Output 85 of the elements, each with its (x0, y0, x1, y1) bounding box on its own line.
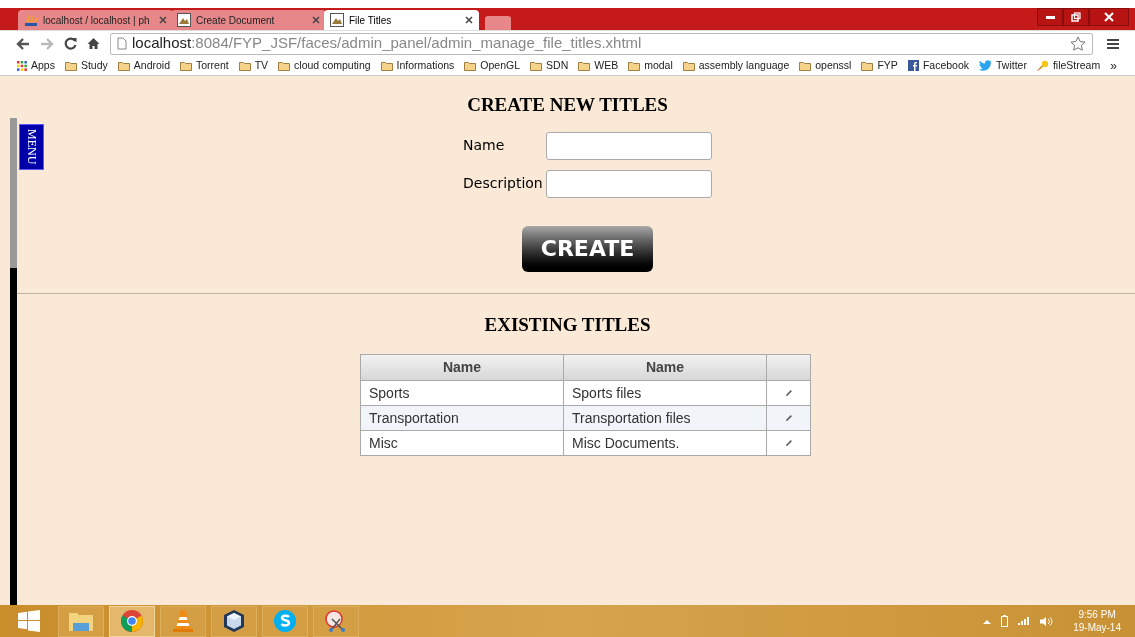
folder-icon (464, 60, 477, 71)
table-cell: Transportation files (563, 405, 767, 431)
table-cell: Misc Documents. (563, 430, 767, 456)
speaker-icon[interactable] (1040, 615, 1054, 627)
bookmark-item[interactable]: SDN (530, 57, 569, 74)
address-bar[interactable]: localhost:8084/FYP_JSF/faces/admin_panel/admin_manage_file_titles.xhtml (110, 32, 1093, 55)
folder-icon (628, 60, 641, 71)
section-heading: EXISTING TITLES (483, 312, 652, 337)
folder-icon (578, 60, 591, 71)
browser-tab[interactable]: Create Document (171, 10, 326, 30)
browser-tab[interactable]: localhost / localhost | ph (18, 10, 173, 30)
menu-tab[interactable]: MENU (19, 124, 44, 170)
close-button[interactable] (1089, 8, 1129, 26)
skype-icon (273, 609, 297, 633)
bookmark-item[interactable]: Study (64, 57, 108, 74)
bookmark-item[interactable]: Apps (17, 57, 55, 74)
folder-icon (238, 60, 251, 71)
sailboat-favicon-icon (24, 13, 38, 27)
bookmark-item[interactable]: assembly language (682, 57, 790, 74)
table-cell: Sports (360, 380, 564, 406)
bookmark-item[interactable]: Torrent (180, 57, 229, 74)
bookmark-item[interactable]: Informations (380, 57, 455, 74)
bookmark-item[interactable]: cloud computing (278, 57, 371, 74)
column-header: Name (563, 354, 767, 381)
reload-icon[interactable] (64, 37, 77, 50)
table-cell: Misc (360, 430, 564, 456)
scissors-icon (324, 609, 348, 633)
cube-icon (222, 609, 246, 633)
bookmark-item[interactable]: fileStream (1036, 57, 1101, 74)
battery-icon[interactable] (1001, 615, 1009, 627)
page-icon (117, 37, 127, 50)
input-field[interactable] (546, 169, 712, 198)
bookmark-item[interactable]: WEB (578, 57, 619, 74)
section-heading: CREATE NEW TITLES (466, 93, 669, 117)
bookmark-item[interactable]: modal (628, 57, 673, 74)
bulb-icon (1036, 60, 1049, 71)
apps-grid-icon (17, 60, 27, 71)
field-label: Name (463, 136, 506, 155)
page-favicon-icon (330, 13, 344, 27)
folder-icon (530, 60, 543, 71)
column-header: Name (360, 354, 564, 381)
folder-icon (117, 60, 130, 71)
folder-icon (799, 60, 812, 71)
caret-up-icon[interactable] (983, 618, 992, 624)
signal-icon[interactable] (1018, 616, 1031, 626)
close-icon (1104, 12, 1114, 22)
pencil-icon[interactable] (784, 414, 793, 422)
bookmark-item[interactable]: OpenGL (464, 57, 521, 74)
bookmark-item[interactable]: Android (117, 57, 170, 74)
bookmark-item[interactable]: Twitter (979, 57, 1027, 74)
facebook-icon (907, 60, 919, 71)
menu-icon[interactable] (1107, 37, 1119, 50)
create-button[interactable]: CREATE (522, 225, 653, 272)
folder-icon (861, 60, 874, 71)
folder-icon (64, 60, 77, 71)
input-field[interactable] (546, 131, 712, 160)
pencil-icon[interactable] (784, 439, 793, 447)
back-icon[interactable] (16, 37, 30, 50)
folder-icon (278, 60, 291, 71)
start-button[interactable] (18, 610, 40, 632)
folder-icon (180, 60, 192, 71)
table-cell: Transportation (360, 405, 564, 431)
bookmark-item[interactable]: FYP (861, 57, 898, 74)
page-favicon-icon (177, 13, 191, 27)
chrome-icon (120, 609, 144, 633)
table-cell: Sports files (563, 380, 767, 406)
more-bookmarks-button[interactable]: » (1110, 56, 1117, 75)
folder-icon (682, 60, 695, 71)
bird-icon (979, 60, 992, 71)
restore-icon (1071, 12, 1081, 22)
minimize-button[interactable] (1037, 8, 1063, 26)
traffic-cone-icon (172, 609, 194, 633)
bookmark-item[interactable]: Facebook (907, 57, 969, 74)
bookmark-star-icon[interactable] (1070, 35, 1086, 52)
restore-button[interactable] (1063, 8, 1089, 26)
close-icon[interactable] (465, 16, 473, 24)
browser-tab[interactable]: File Titles (324, 10, 479, 30)
bookmark-item[interactable]: TV (238, 57, 269, 74)
bookmark-item[interactable]: openssl (799, 57, 852, 74)
folder-icon (380, 60, 393, 71)
home-icon[interactable] (87, 37, 100, 50)
pencil-icon[interactable] (784, 389, 793, 397)
field-label: Description (463, 174, 544, 193)
url-text: localhost:8084/FYP_JSF/faces/admin_panel/admin_manage_file_titles.xhtml (132, 33, 642, 54)
taskbar-button[interactable] (211, 605, 257, 637)
